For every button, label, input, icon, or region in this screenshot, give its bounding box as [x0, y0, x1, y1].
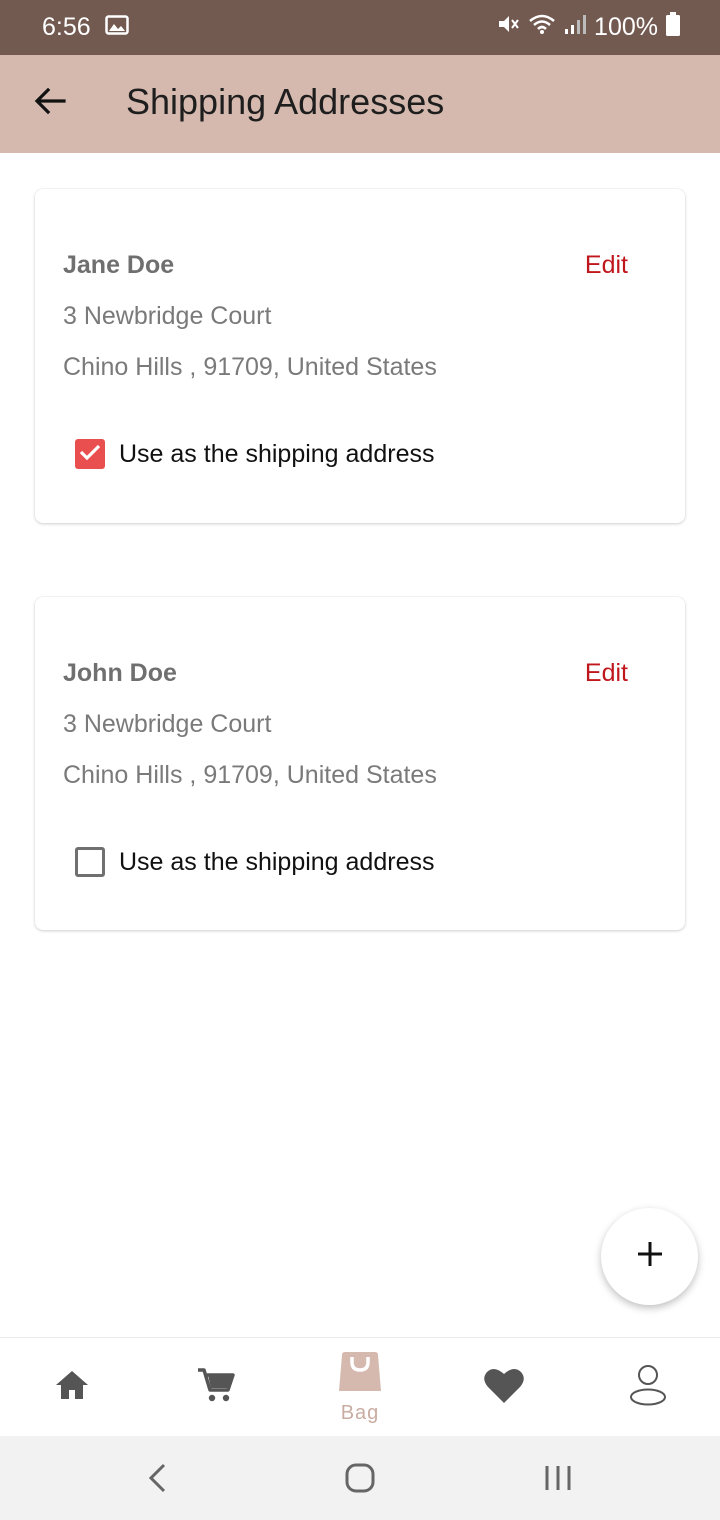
status-time: 6:56 [42, 13, 91, 41]
back-button[interactable] [30, 83, 70, 123]
battery-icon [666, 12, 680, 43]
edit-button[interactable]: Edit [585, 659, 628, 688]
nav-item-favorites[interactable] [432, 1338, 576, 1437]
shipping-address-checkbox-row[interactable]: Use as the shipping address [75, 439, 434, 469]
add-address-button[interactable] [601, 1208, 698, 1305]
status-bar: 6:56 100% [0, 0, 720, 55]
address-line-1: 3 Newbridge Court [63, 710, 272, 738]
address-line-1: 3 Newbridge Court [63, 302, 272, 330]
nav-label-bag: Bag [340, 1401, 380, 1424]
nav-item-home[interactable] [0, 1338, 144, 1437]
recent-apps-icon [543, 1463, 573, 1498]
nav-item-cart[interactable] [144, 1338, 288, 1437]
app-bar: Shipping Addresses [0, 55, 720, 153]
home-system-button[interactable] [338, 1458, 382, 1502]
nav-item-profile[interactable] [576, 1338, 720, 1437]
shipping-address-checkbox-row[interactable]: Use as the shipping address [75, 847, 434, 877]
plus-icon [636, 1240, 664, 1273]
address-line-2: Chino Hills , 91709, United States [63, 761, 437, 789]
cart-icon [197, 1367, 235, 1408]
address-name: John Doe [63, 659, 177, 687]
battery-percent: 100% [594, 13, 658, 41]
checkmark-icon [79, 443, 101, 466]
profile-icon [629, 1364, 667, 1411]
chevron-left-icon [146, 1463, 170, 1498]
bag-icon [338, 1351, 382, 1398]
signal-icon [564, 13, 587, 42]
system-navigation-bar [0, 1436, 720, 1520]
nav-item-bag[interactable]: Bag [288, 1338, 432, 1437]
mute-icon [496, 13, 520, 42]
checkbox-label: Use as the shipping address [119, 439, 435, 468]
address-card: Jane Doe Edit 3 Newbridge Court Chino Hi… [35, 189, 685, 523]
back-system-button[interactable] [136, 1458, 180, 1502]
wifi-icon [528, 13, 556, 42]
address-card: John Doe Edit 3 Newbridge Court Chino Hi… [35, 597, 685, 930]
page-title: Shipping Addresses [126, 81, 445, 122]
edit-button[interactable]: Edit [585, 251, 628, 280]
checkbox-label: Use as the shipping address [119, 847, 435, 876]
shipping-address-checkbox[interactable] [75, 439, 105, 469]
address-line-2: Chino Hills , 91709, United States [63, 353, 437, 381]
shipping-address-checkbox[interactable] [75, 847, 105, 877]
arrow-left-icon [34, 87, 66, 120]
image-icon [104, 13, 129, 42]
home-icon [54, 1369, 90, 1406]
recent-apps-button[interactable] [536, 1458, 580, 1502]
bottom-navigation: Bag [0, 1337, 720, 1436]
heart-icon [483, 1366, 525, 1409]
home-circle-icon [344, 1462, 376, 1499]
address-name: Jane Doe [63, 251, 175, 279]
